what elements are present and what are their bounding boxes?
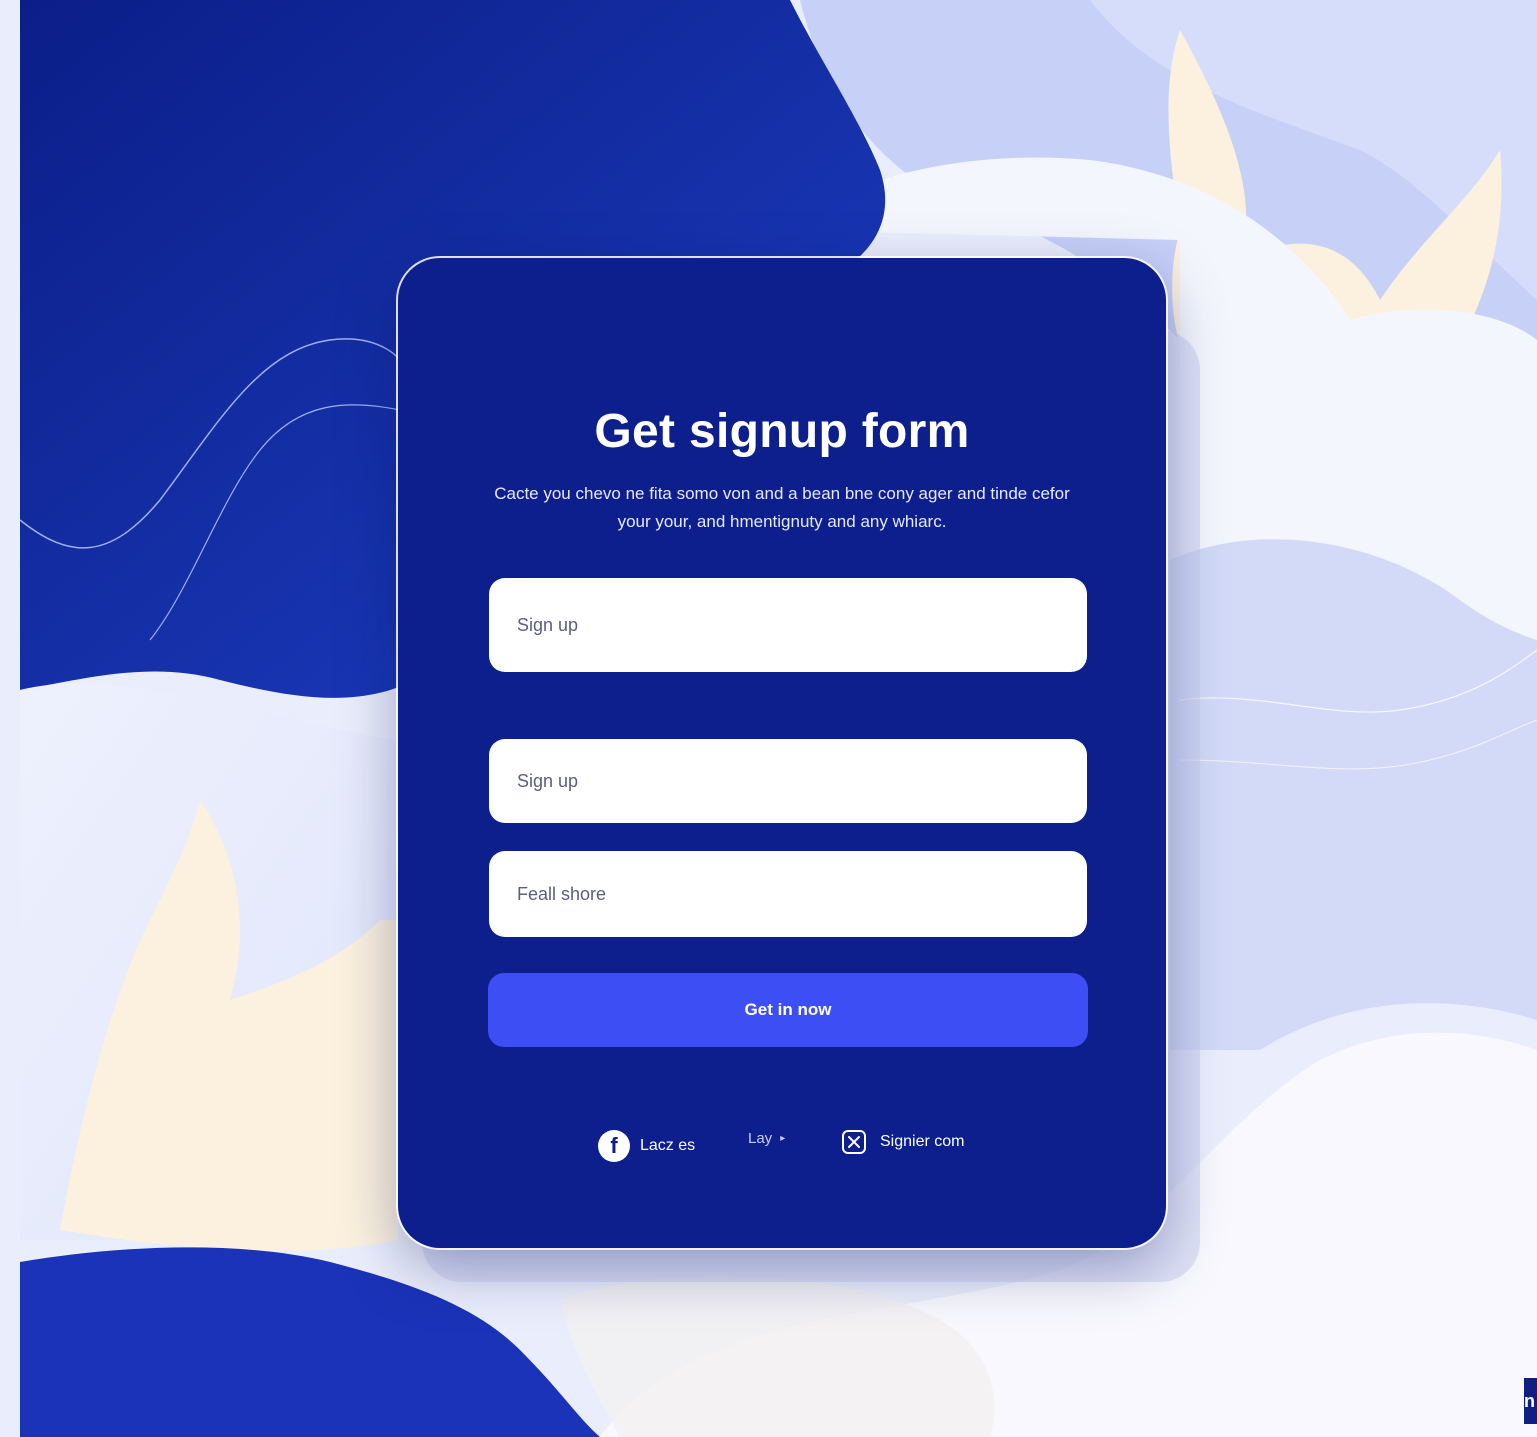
social-login-row: f Lacz es Lay ▸ Signier com — [398, 1124, 1166, 1168]
language-dropdown-label: Lay — [748, 1130, 773, 1147]
signup-input-1[interactable] — [489, 578, 1087, 672]
chevron-right-icon: ▸ — [780, 1133, 786, 1144]
signup-input-3[interactable] — [489, 851, 1087, 937]
submit-button[interactable]: Get in now — [488, 973, 1088, 1047]
language-dropdown[interactable]: Lay ▸ — [748, 1130, 785, 1147]
page-title: Get signup form — [594, 405, 970, 458]
form-description: Cacte you chevo ne fita somo von and a b… — [494, 484, 1070, 531]
x-login-label: Signier com — [880, 1133, 965, 1150]
x-icon — [842, 1130, 866, 1154]
facebook-login-link[interactable]: f Lacz es — [598, 1130, 695, 1162]
corner-badge: n — [1524, 1378, 1537, 1424]
signup-input-2[interactable] — [489, 739, 1087, 823]
facebook-icon: f — [598, 1130, 630, 1162]
page-background: Get signup form Cacte you chevo ne fita … — [0, 0, 1537, 1437]
signup-card: Get signup form Cacte you chevo ne fita … — [398, 258, 1166, 1248]
facebook-login-label: Lacz es — [640, 1137, 696, 1154]
x-glyph — [848, 1136, 860, 1148]
x-login-link[interactable]: Signier com — [842, 1130, 964, 1154]
